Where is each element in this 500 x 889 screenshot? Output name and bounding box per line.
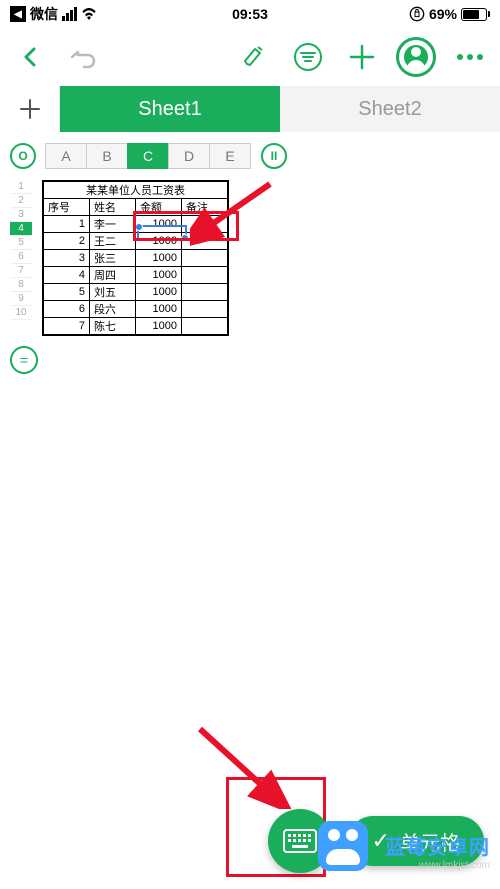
col-D[interactable]: D: [168, 143, 210, 169]
table-cell[interactable]: 1000: [136, 284, 182, 301]
th-amount: 金额: [136, 199, 182, 216]
filter-button[interactable]: [288, 37, 328, 77]
table-cell[interactable]: 1000: [136, 267, 182, 284]
table-cell[interactable]: 1: [44, 216, 90, 233]
table-cell[interactable]: 1000: [136, 301, 182, 318]
table-cell[interactable]: [182, 301, 228, 318]
col-A[interactable]: A: [45, 143, 87, 169]
table-cell[interactable]: [182, 216, 228, 233]
battery-icon: [461, 8, 490, 21]
row-6[interactable]: 6: [10, 250, 32, 264]
profile-button[interactable]: [396, 37, 436, 77]
column-header-strip: O A B C D E II: [0, 140, 500, 172]
row-1[interactable]: 1: [10, 180, 32, 194]
keyboard-button[interactable]: [268, 809, 332, 873]
battery-percent: 69%: [429, 6, 457, 22]
table-cell[interactable]: 陈七: [90, 318, 136, 335]
table-cell[interactable]: 6: [44, 301, 90, 318]
signal-icon: [62, 7, 77, 21]
tab-sheet1[interactable]: Sheet1: [60, 86, 280, 132]
table-cell[interactable]: 王二: [90, 233, 136, 250]
table-cell[interactable]: 周四: [90, 267, 136, 284]
undo-button[interactable]: [64, 37, 104, 77]
record-button[interactable]: O: [10, 143, 36, 169]
col-B[interactable]: B: [86, 143, 128, 169]
back-button[interactable]: [10, 37, 50, 77]
col-C[interactable]: C: [127, 143, 169, 169]
check-icon: ✓: [372, 828, 390, 854]
table-cell[interactable]: 李一: [90, 216, 136, 233]
table-title: 某某单位人员工资表: [44, 182, 228, 199]
th-name: 姓名: [90, 199, 136, 216]
row-8[interactable]: 8: [10, 278, 32, 292]
table-cell[interactable]: 1000: [136, 318, 182, 335]
th-no: 序号: [44, 199, 90, 216]
row-9[interactable]: 9: [10, 292, 32, 306]
add-sheet-button[interactable]: [0, 86, 60, 132]
row-numbers: 1 2 3 4 5 6 7 8 9 10: [10, 180, 32, 336]
orientation-lock-icon: [409, 6, 425, 22]
table-cell[interactable]: 段六: [90, 301, 136, 318]
table-cell[interactable]: 2: [44, 233, 90, 250]
wifi-icon: [81, 8, 97, 20]
formula-button[interactable]: =: [10, 346, 38, 374]
status-bar: ◀ 微信 09:53 69%: [0, 0, 500, 28]
table-cell[interactable]: 1000: [136, 216, 182, 233]
row-7[interactable]: 7: [10, 264, 32, 278]
back-app-icon: ◀: [10, 6, 26, 22]
row-5[interactable]: 5: [10, 236, 32, 250]
th-remark: 备注: [182, 199, 228, 216]
row-4[interactable]: 4: [10, 222, 32, 236]
more-button[interactable]: [450, 37, 490, 77]
table-cell[interactable]: [182, 267, 228, 284]
format-brush-button[interactable]: [234, 37, 274, 77]
cell-mode-label: 单元格: [400, 827, 460, 856]
table-cell[interactable]: 张三: [90, 250, 136, 267]
keyboard-icon: [283, 829, 317, 853]
table-cell[interactable]: 1000: [136, 233, 182, 250]
pause-button[interactable]: II: [261, 143, 287, 169]
back-app-label: 微信: [30, 4, 58, 24]
status-left: ◀ 微信: [10, 4, 97, 24]
sheet-tabs: Sheet1 Sheet2: [0, 86, 500, 132]
table-cell[interactable]: [182, 318, 228, 335]
add-button[interactable]: [342, 37, 382, 77]
col-E[interactable]: E: [209, 143, 251, 169]
annotation-arrow-bottom: [190, 719, 300, 809]
table-cell[interactable]: 3: [44, 250, 90, 267]
status-right: 69%: [409, 6, 490, 22]
tab-sheet2[interactable]: Sheet2: [280, 86, 500, 132]
row-3[interactable]: 3: [10, 208, 32, 222]
row-2[interactable]: 2: [10, 194, 32, 208]
status-time: 09:53: [232, 6, 268, 22]
floating-actions: ✓ 单元格: [268, 809, 484, 873]
table-cell[interactable]: [182, 233, 228, 250]
table-cell[interactable]: 刘五: [90, 284, 136, 301]
table-cell[interactable]: [182, 284, 228, 301]
table-cell[interactable]: 5: [44, 284, 90, 301]
toolbar: [0, 28, 500, 86]
cell-mode-button[interactable]: ✓ 单元格: [348, 816, 484, 866]
table-cell[interactable]: 4: [44, 267, 90, 284]
table-cell[interactable]: 1000: [136, 250, 182, 267]
sheet-area: 1 2 3 4 5 6 7 8 9 10 某某单位人员工资表 序号 姓名 金额 …: [0, 180, 500, 336]
data-table[interactable]: 某某单位人员工资表 序号 姓名 金额 备注 1李一1000 2王二1000 3张…: [42, 180, 229, 336]
table-cell[interactable]: 7: [44, 318, 90, 335]
table-cell[interactable]: [182, 250, 228, 267]
avatar-icon: [404, 45, 428, 69]
row-10[interactable]: 10: [10, 306, 32, 320]
